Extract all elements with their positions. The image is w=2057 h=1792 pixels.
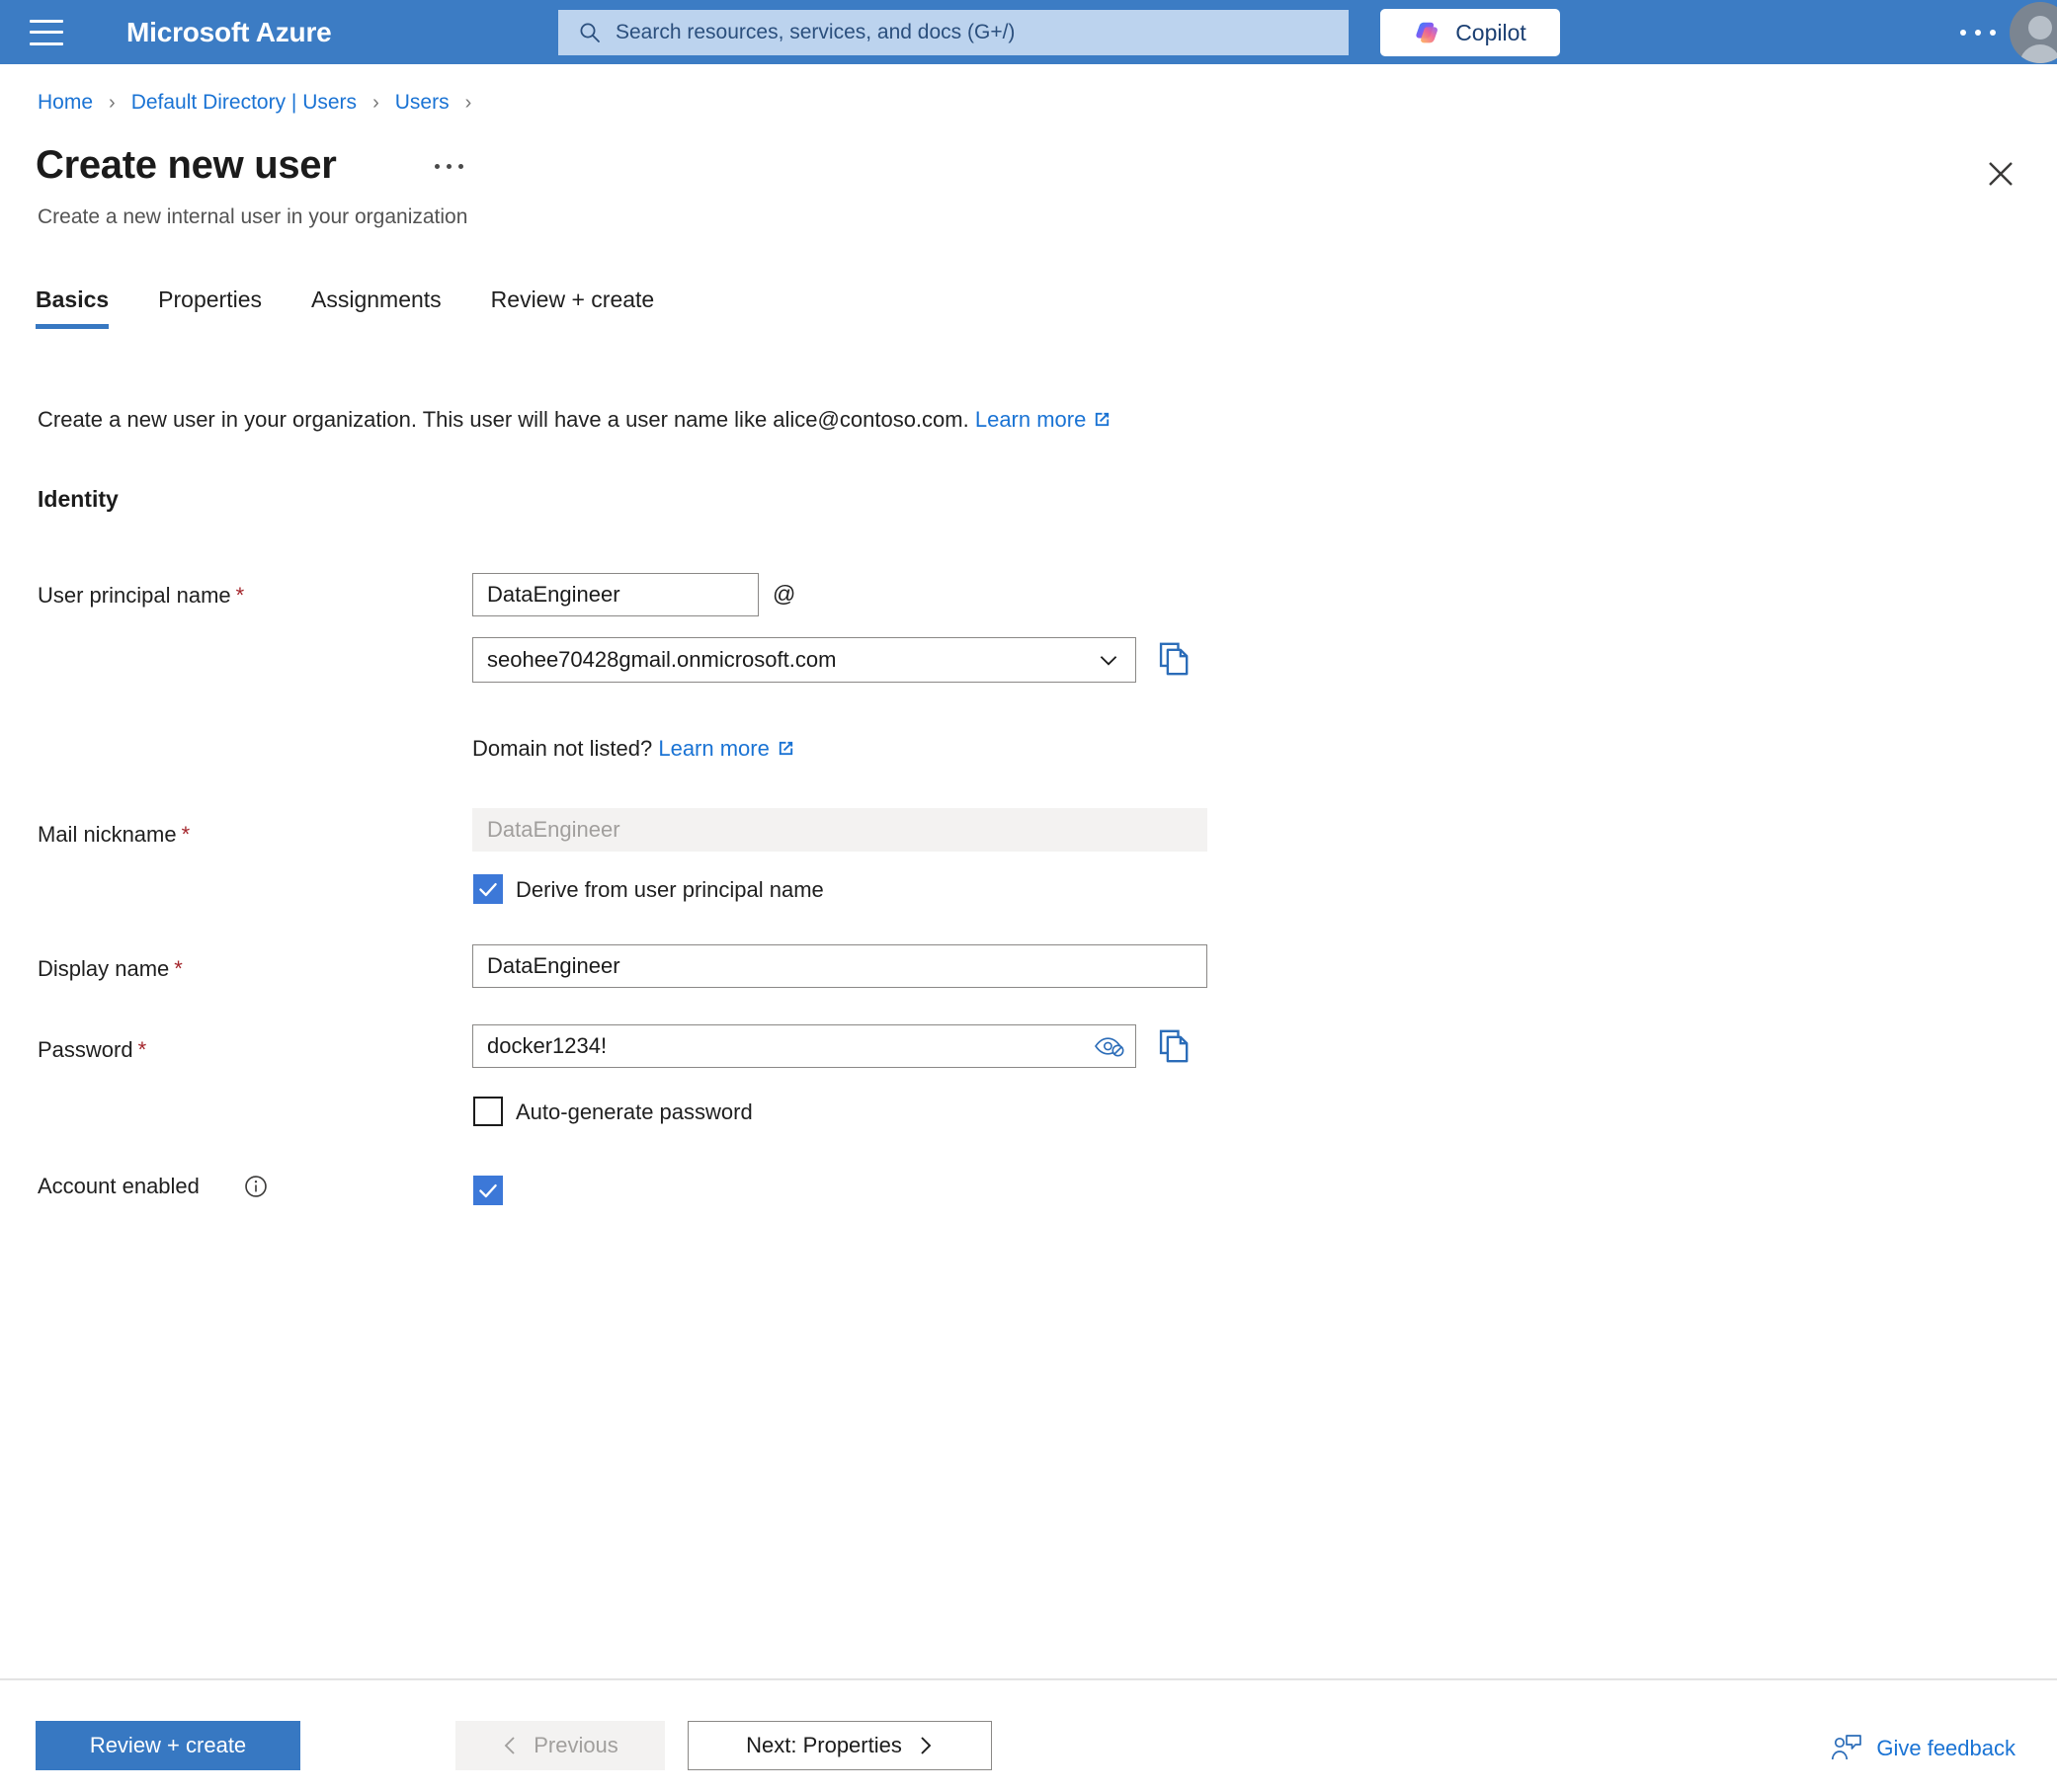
display-name-label: Display name *	[38, 956, 183, 981]
tab-assignments[interactable]: Assignments	[311, 286, 442, 329]
avatar-body	[2019, 43, 2057, 63]
copy-icon	[1159, 1029, 1189, 1063]
top-navigation-bar: Microsoft Azure Search resources, servic…	[0, 0, 2057, 64]
chevron-right-icon	[921, 1737, 932, 1754]
breadcrumb-item-default-directory-users[interactable]: Default Directory | Users	[131, 91, 357, 115]
tab-basics[interactable]: Basics	[36, 286, 110, 329]
external-link-icon	[1093, 409, 1111, 435]
account-enabled-checkbox[interactable]	[473, 1176, 503, 1205]
user-principal-name-domain-value: seohee70428gmail.onmicrosoft.com	[487, 647, 837, 672]
domain-not-listed-text: Domain not listed?	[472, 736, 653, 761]
auto-generate-password-checkbox[interactable]	[473, 1097, 503, 1126]
intro-text-row: Create a new user in your organization. …	[38, 407, 1111, 435]
azure-brand-label[interactable]: Microsoft Azure	[126, 17, 332, 48]
give-feedback-label: Give feedback	[1876, 1736, 2016, 1760]
derive-from-upn-label: Derive from user principal name	[516, 877, 824, 902]
give-feedback-button[interactable]: Give feedback	[1831, 1734, 2016, 1763]
page-title-more-icon[interactable]	[435, 164, 463, 169]
intro-learn-more-link[interactable]: Learn more	[975, 407, 1087, 432]
next-properties-label: Next: Properties	[746, 1733, 902, 1757]
breadcrumb-item-users[interactable]: Users	[395, 91, 450, 115]
footer-divider	[0, 1678, 2057, 1680]
search-placeholder: Search resources, services, and docs (G+…	[616, 21, 1016, 43]
intro-text: Create a new user in your organization. …	[38, 407, 969, 432]
breadcrumb-separator: ›	[109, 91, 116, 114]
copy-upn-button[interactable]	[1156, 640, 1193, 683]
copy-password-button[interactable]	[1156, 1027, 1193, 1070]
account-enabled-label: Account enabled	[38, 1174, 200, 1198]
password-input[interactable]: docker1234!	[472, 1024, 1136, 1068]
mail-nickname-label: Mail nickname *	[38, 822, 191, 847]
mail-nickname-input: DataEngineer	[472, 808, 1207, 852]
breadcrumb-item-home[interactable]: Home	[38, 91, 93, 115]
copilot-icon	[1416, 22, 1439, 43]
page-title: Create new user	[36, 143, 337, 187]
ellipsis-icon[interactable]	[1960, 29, 1996, 36]
tab-properties[interactable]: Properties	[158, 286, 262, 329]
chevron-down-icon	[1100, 656, 1117, 666]
toggle-password-visibility-button[interactable]	[1094, 1033, 1127, 1059]
tab-review-create[interactable]: Review + create	[491, 286, 655, 329]
review-create-button[interactable]: Review + create	[36, 1721, 300, 1770]
tab-bar: Basics Properties Assignments Review + c…	[36, 286, 703, 329]
previous-label: Previous	[534, 1733, 618, 1757]
required-marker: *	[174, 956, 183, 981]
breadcrumb-separator: ›	[464, 91, 472, 114]
external-link-icon	[777, 738, 795, 764]
hamburger-icon[interactable]	[30, 19, 63, 45]
chevron-left-icon	[504, 1737, 515, 1754]
user-principal-name-domain-select[interactable]: seohee70428gmail.onmicrosoft.com	[472, 637, 1136, 683]
derive-from-upn-checkbox[interactable]	[473, 874, 503, 904]
checkmark-icon	[479, 1183, 497, 1198]
mail-nickname-placeholder: DataEngineer	[487, 817, 620, 842]
password-label: Password *	[38, 1037, 147, 1062]
page-subtitle: Create a new internal user in your organ…	[38, 205, 468, 228]
copilot-button[interactable]: Copilot	[1380, 9, 1560, 56]
previous-button[interactable]: Previous	[455, 1721, 665, 1770]
copilot-label: Copilot	[1455, 19, 1526, 45]
close-icon[interactable]	[1980, 153, 2021, 195]
display-name-value: DataEngineer	[487, 953, 620, 978]
account-avatar[interactable]	[2010, 1, 2057, 63]
search-input[interactable]: Search resources, services, and docs (G+…	[558, 10, 1349, 55]
password-value: docker1234!	[487, 1033, 608, 1058]
avatar-head	[2028, 15, 2052, 40]
breadcrumb: Home › Default Directory | Users › Users…	[38, 91, 487, 115]
domain-not-listed-learn-more-link[interactable]: Learn more	[658, 736, 770, 761]
user-principal-name-label: User principal name *	[38, 583, 245, 608]
search-icon	[580, 23, 600, 42]
user-principal-name-prefix-input[interactable]: DataEngineer	[472, 573, 759, 616]
domain-not-listed-row: Domain not listed? Learn more	[472, 736, 795, 764]
required-marker: *	[181, 822, 191, 847]
copy-icon	[1159, 642, 1189, 676]
required-marker: *	[235, 583, 245, 608]
auto-generate-password-label: Auto-generate password	[516, 1100, 753, 1124]
info-icon[interactable]	[243, 1174, 269, 1204]
feedback-person-icon	[1832, 1735, 1862, 1760]
display-name-input[interactable]: DataEngineer	[472, 944, 1207, 988]
breadcrumb-separator: ›	[372, 91, 379, 114]
checkmark-icon	[479, 882, 497, 897]
next-properties-button[interactable]: Next: Properties	[688, 1721, 992, 1770]
at-symbol: @	[773, 581, 796, 607]
required-marker: *	[137, 1037, 147, 1062]
user-principal-name-prefix-value: DataEngineer	[487, 582, 620, 607]
eye-off-icon	[1095, 1037, 1124, 1057]
identity-section-heading: Identity	[38, 486, 119, 512]
